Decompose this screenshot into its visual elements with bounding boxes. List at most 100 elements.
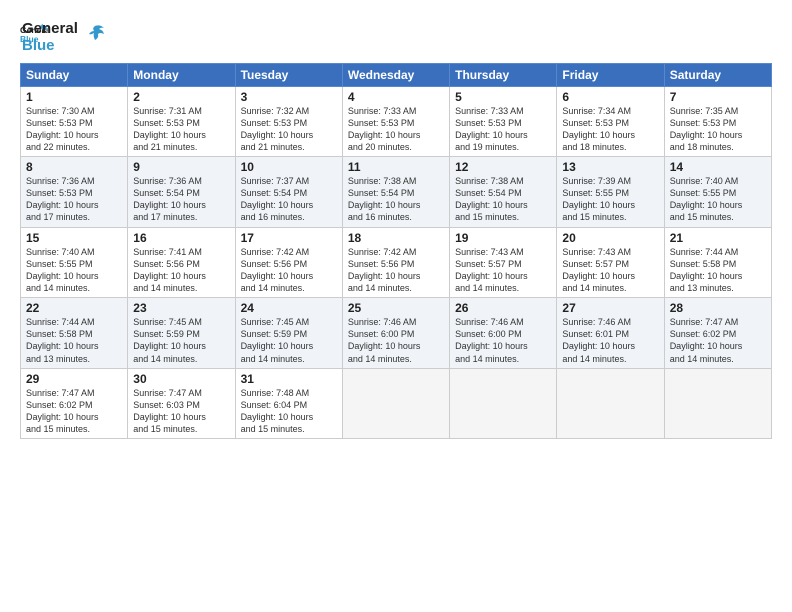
sunset-label: Sunset: 5:54 PM <box>348 188 415 198</box>
sunrise-label: Sunrise: 7:30 AM <box>26 106 95 116</box>
day-number: 24 <box>241 301 337 315</box>
sunrise-label: Sunrise: 7:47 AM <box>133 388 202 398</box>
daylight-minutes: and 20 minutes. <box>348 142 412 152</box>
calendar-week-row: 15 Sunrise: 7:40 AM Sunset: 5:55 PM Dayl… <box>21 227 772 298</box>
day-number: 2 <box>133 90 229 104</box>
day-number: 20 <box>562 231 658 245</box>
calendar-cell: 14 Sunrise: 7:40 AM Sunset: 5:55 PM Dayl… <box>664 157 771 228</box>
daylight-minutes: and 15 minutes. <box>455 212 519 222</box>
day-info: Sunrise: 7:37 AM Sunset: 5:54 PM Dayligh… <box>241 175 337 224</box>
calendar-cell: 11 Sunrise: 7:38 AM Sunset: 5:54 PM Dayl… <box>342 157 449 228</box>
calendar-cell: 2 Sunrise: 7:31 AM Sunset: 5:53 PM Dayli… <box>128 86 235 157</box>
day-info: Sunrise: 7:33 AM Sunset: 5:53 PM Dayligh… <box>455 105 551 154</box>
daylight-label: Daylight: 10 hours <box>241 341 314 351</box>
sunset-label: Sunset: 5:53 PM <box>348 118 415 128</box>
daylight-label: Daylight: 10 hours <box>455 341 528 351</box>
sunset-label: Sunset: 5:53 PM <box>26 118 93 128</box>
daylight-minutes: and 14 minutes. <box>562 283 626 293</box>
day-number: 16 <box>133 231 229 245</box>
sunrise-label: Sunrise: 7:38 AM <box>455 176 524 186</box>
sunrise-label: Sunrise: 7:42 AM <box>241 247 310 257</box>
day-number: 21 <box>670 231 766 245</box>
daylight-label: Daylight: 10 hours <box>133 130 206 140</box>
daylight-label: Daylight: 10 hours <box>455 200 528 210</box>
calendar-cell: 12 Sunrise: 7:38 AM Sunset: 5:54 PM Dayl… <box>450 157 557 228</box>
daylight-minutes: and 19 minutes. <box>455 142 519 152</box>
daylight-label: Daylight: 10 hours <box>348 130 421 140</box>
calendar-week-row: 1 Sunrise: 7:30 AM Sunset: 5:53 PM Dayli… <box>21 86 772 157</box>
day-number: 6 <box>562 90 658 104</box>
day-info: Sunrise: 7:46 AM Sunset: 6:01 PM Dayligh… <box>562 316 658 365</box>
sunset-label: Sunset: 5:53 PM <box>133 118 200 128</box>
day-info: Sunrise: 7:36 AM Sunset: 5:53 PM Dayligh… <box>26 175 122 224</box>
day-info: Sunrise: 7:32 AM Sunset: 5:53 PM Dayligh… <box>241 105 337 154</box>
daylight-label: Daylight: 10 hours <box>241 200 314 210</box>
day-number: 18 <box>348 231 444 245</box>
sunset-label: Sunset: 5:55 PM <box>26 259 93 269</box>
daylight-minutes: and 21 minutes. <box>133 142 197 152</box>
day-info: Sunrise: 7:39 AM Sunset: 5:55 PM Dayligh… <box>562 175 658 224</box>
calendar-cell: 5 Sunrise: 7:33 AM Sunset: 5:53 PM Dayli… <box>450 86 557 157</box>
daylight-minutes: and 14 minutes. <box>26 283 90 293</box>
daylight-label: Daylight: 10 hours <box>455 271 528 281</box>
sunset-label: Sunset: 6:00 PM <box>348 329 415 339</box>
day-number: 22 <box>26 301 122 315</box>
calendar-cell: 16 Sunrise: 7:41 AM Sunset: 5:56 PM Dayl… <box>128 227 235 298</box>
daylight-label: Daylight: 10 hours <box>241 412 314 422</box>
daylight-minutes: and 14 minutes. <box>455 354 519 364</box>
sunrise-label: Sunrise: 7:36 AM <box>26 176 95 186</box>
sunrise-label: Sunrise: 7:47 AM <box>26 388 95 398</box>
day-number: 7 <box>670 90 766 104</box>
calendar-cell <box>342 368 449 439</box>
sunrise-label: Sunrise: 7:32 AM <box>241 106 310 116</box>
daylight-label: Daylight: 10 hours <box>562 271 635 281</box>
daylight-minutes: and 14 minutes. <box>133 283 197 293</box>
logo-general: General <box>22 20 78 37</box>
sunrise-label: Sunrise: 7:42 AM <box>348 247 417 257</box>
sunset-label: Sunset: 6:02 PM <box>670 329 737 339</box>
sunrise-label: Sunrise: 7:43 AM <box>562 247 631 257</box>
day-info: Sunrise: 7:36 AM Sunset: 5:54 PM Dayligh… <box>133 175 229 224</box>
daylight-label: Daylight: 10 hours <box>26 200 99 210</box>
sunset-label: Sunset: 6:01 PM <box>562 329 629 339</box>
daylight-label: Daylight: 10 hours <box>670 200 743 210</box>
logo: General Blue General Blue <box>20 18 106 55</box>
day-number: 13 <box>562 160 658 174</box>
daylight-label: Daylight: 10 hours <box>26 341 99 351</box>
day-info: Sunrise: 7:45 AM Sunset: 5:59 PM Dayligh… <box>241 316 337 365</box>
th-monday: Monday <box>128 63 235 86</box>
daylight-minutes: and 14 minutes. <box>455 283 519 293</box>
day-info: Sunrise: 7:47 AM Sunset: 6:03 PM Dayligh… <box>133 387 229 436</box>
day-number: 25 <box>348 301 444 315</box>
logo-blue: Blue <box>22 37 78 54</box>
day-number: 5 <box>455 90 551 104</box>
sunrise-label: Sunrise: 7:46 AM <box>348 317 417 327</box>
calendar-cell: 28 Sunrise: 7:47 AM Sunset: 6:02 PM Dayl… <box>664 298 771 369</box>
calendar-cell: 31 Sunrise: 7:48 AM Sunset: 6:04 PM Dayl… <box>235 368 342 439</box>
sunrise-label: Sunrise: 7:41 AM <box>133 247 202 257</box>
daylight-minutes: and 15 minutes. <box>241 424 305 434</box>
calendar-week-row: 22 Sunrise: 7:44 AM Sunset: 5:58 PM Dayl… <box>21 298 772 369</box>
calendar-cell: 21 Sunrise: 7:44 AM Sunset: 5:58 PM Dayl… <box>664 227 771 298</box>
calendar-cell: 29 Sunrise: 7:47 AM Sunset: 6:02 PM Dayl… <box>21 368 128 439</box>
day-info: Sunrise: 7:30 AM Sunset: 5:53 PM Dayligh… <box>26 105 122 154</box>
day-number: 4 <box>348 90 444 104</box>
sunrise-label: Sunrise: 7:37 AM <box>241 176 310 186</box>
sunrise-label: Sunrise: 7:46 AM <box>455 317 524 327</box>
sunrise-label: Sunrise: 7:46 AM <box>562 317 631 327</box>
sunset-label: Sunset: 5:59 PM <box>133 329 200 339</box>
day-number: 26 <box>455 301 551 315</box>
sunset-label: Sunset: 5:53 PM <box>241 118 308 128</box>
sunset-label: Sunset: 5:53 PM <box>562 118 629 128</box>
day-number: 8 <box>26 160 122 174</box>
sunset-label: Sunset: 6:04 PM <box>241 400 308 410</box>
day-info: Sunrise: 7:45 AM Sunset: 5:59 PM Dayligh… <box>133 316 229 365</box>
calendar-week-row: 29 Sunrise: 7:47 AM Sunset: 6:02 PM Dayl… <box>21 368 772 439</box>
day-info: Sunrise: 7:38 AM Sunset: 5:54 PM Dayligh… <box>348 175 444 224</box>
sunrise-label: Sunrise: 7:33 AM <box>455 106 524 116</box>
daylight-minutes: and 14 minutes. <box>133 354 197 364</box>
sunrise-label: Sunrise: 7:48 AM <box>241 388 310 398</box>
sunrise-label: Sunrise: 7:38 AM <box>348 176 417 186</box>
sunset-label: Sunset: 6:00 PM <box>455 329 522 339</box>
daylight-label: Daylight: 10 hours <box>241 271 314 281</box>
